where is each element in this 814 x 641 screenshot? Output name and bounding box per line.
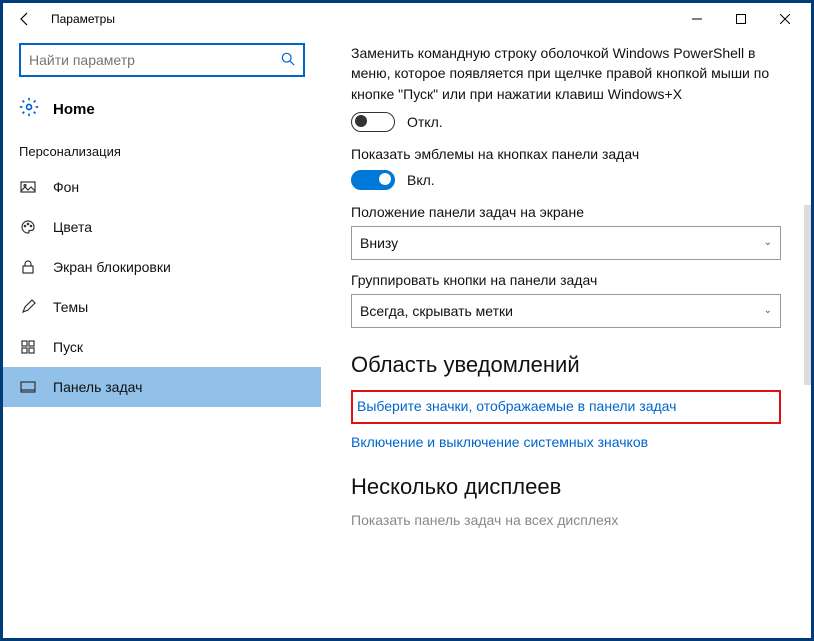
- badges-label: Показать эмблемы на кнопках панели задач: [351, 146, 791, 162]
- lock-icon: [19, 259, 37, 275]
- search-input[interactable]: [19, 43, 305, 77]
- chevron-down-icon: ⌄: [764, 305, 772, 316]
- sidebar-item-themes[interactable]: Темы: [3, 287, 321, 327]
- chevron-down-icon: ⌄: [764, 237, 772, 248]
- home-label: Home: [53, 101, 95, 118]
- group-label: Группировать кнопки на панели задач: [351, 272, 791, 288]
- image-icon: [19, 179, 37, 195]
- brush-icon: [19, 299, 37, 315]
- minimize-button[interactable]: [675, 4, 719, 34]
- start-icon: [19, 339, 37, 355]
- sidebar-item-background[interactable]: Фон: [3, 167, 321, 207]
- sidebar-item-lockscreen[interactable]: Экран блокировки: [3, 247, 321, 287]
- sidebar-item-label: Цвета: [53, 219, 92, 235]
- sidebar-item-label: Темы: [53, 299, 88, 315]
- position-dropdown[interactable]: Внизу ⌄: [351, 226, 781, 260]
- scrollbar[interactable]: [804, 205, 811, 385]
- search-field[interactable]: [29, 52, 281, 68]
- toggle-off-label: Откл.: [407, 114, 443, 130]
- system-icons-link[interactable]: Включение и выключение системных значков: [351, 434, 791, 450]
- sidebar-item-taskbar[interactable]: Панель задач: [3, 367, 321, 407]
- sidebar-item-label: Панель задач: [53, 379, 142, 395]
- search-icon: [281, 52, 295, 69]
- multi-display-heading: Несколько дисплеев: [351, 474, 791, 500]
- highlighted-link-box: Выберите значки, отображаемые в панели з…: [351, 390, 781, 424]
- taskbar-icon: [19, 379, 37, 395]
- multi-display-sub: Показать панель задач на всех дисплеях: [351, 512, 791, 528]
- select-icons-link[interactable]: Выберите значки, отображаемые в панели з…: [357, 398, 771, 414]
- group-dropdown[interactable]: Всегда, скрывать метки ⌄: [351, 294, 781, 328]
- powershell-toggle[interactable]: [351, 112, 395, 132]
- palette-icon: [19, 219, 37, 235]
- position-value: Внизу: [360, 235, 398, 251]
- sidebar-section-label: Персонализация: [3, 134, 321, 167]
- group-value: Всегда, скрывать метки: [360, 303, 513, 319]
- position-label: Положение панели задач на экране: [351, 204, 791, 220]
- content-pane: Заменить командную строку оболочкой Wind…: [321, 35, 811, 638]
- sidebar-item-label: Фон: [53, 179, 79, 195]
- sidebar-item-start[interactable]: Пуск: [3, 327, 321, 367]
- settings-window: Параметры: [0, 0, 814, 641]
- home-nav[interactable]: Home: [3, 85, 321, 134]
- toggle-on-label: Вкл.: [407, 172, 435, 188]
- badges-toggle[interactable]: [351, 170, 395, 190]
- gear-icon: [19, 97, 39, 122]
- maximize-button[interactable]: [719, 4, 763, 34]
- sidebar-item-label: Экран блокировки: [53, 259, 171, 275]
- notification-heading: Область уведомлений: [351, 352, 791, 378]
- close-button[interactable]: [763, 4, 807, 34]
- window-title: Параметры: [51, 12, 115, 26]
- sidebar: Home Персонализация Фон Цвета Экран б: [3, 35, 321, 638]
- back-button[interactable]: [11, 5, 39, 33]
- powershell-description: Заменить командную строку оболочкой Wind…: [351, 43, 791, 104]
- sidebar-item-label: Пуск: [53, 339, 83, 355]
- sidebar-item-colors[interactable]: Цвета: [3, 207, 321, 247]
- titlebar: Параметры: [3, 3, 811, 35]
